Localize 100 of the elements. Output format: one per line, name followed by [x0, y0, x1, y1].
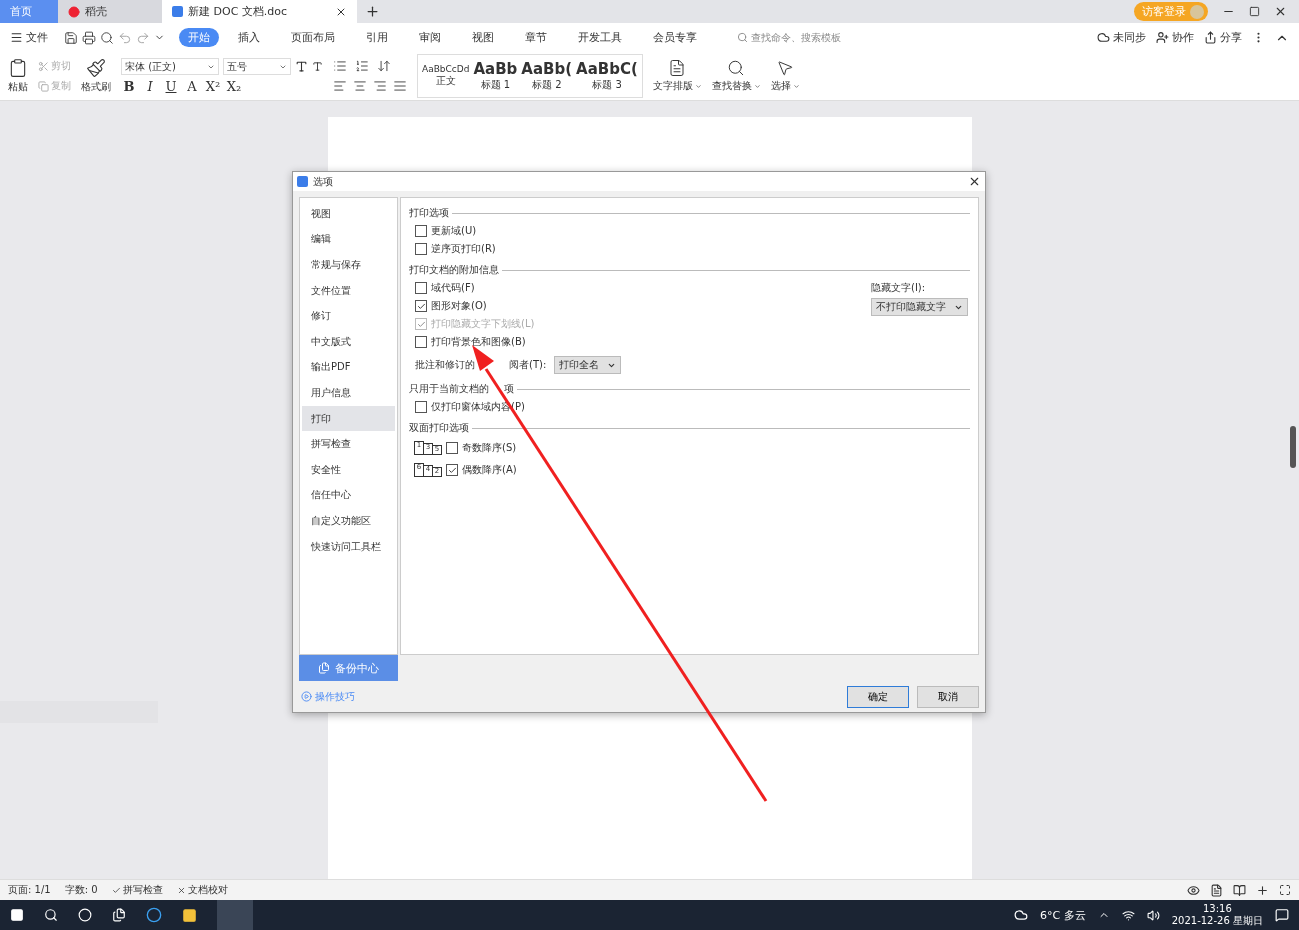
- sort-icon[interactable]: [377, 59, 391, 73]
- search-icon[interactable]: [44, 908, 58, 922]
- fullscreen-icon[interactable]: [1279, 884, 1291, 896]
- checkbox[interactable]: [415, 401, 427, 413]
- hidden-text-select[interactable]: 不打印隐藏文字: [871, 298, 968, 316]
- format-button[interactable]: I: [142, 79, 158, 94]
- style-name[interactable]: 标题 1: [480, 78, 511, 92]
- toolbar-button[interactable]: 分享: [1204, 30, 1242, 45]
- ribbon-tab[interactable]: 开发工具: [569, 28, 631, 47]
- browser-icon[interactable]: [146, 907, 162, 923]
- cortana-icon[interactable]: [78, 908, 92, 922]
- reviewer-select[interactable]: 打印全名: [554, 356, 622, 374]
- dialog-button[interactable]: 确定: [847, 685, 909, 708]
- checkbox-option[interactable]: 奇数降序(S): [446, 441, 517, 455]
- checkbox[interactable]: [446, 464, 458, 476]
- text-layout-icon[interactable]: [668, 59, 687, 77]
- style-name[interactable]: 标题 3: [592, 78, 622, 92]
- file-menu[interactable]: 文件: [10, 30, 48, 45]
- checkbox-option[interactable]: 图形对象(O): [415, 299, 871, 313]
- font-grow-icon[interactable]: [295, 60, 308, 73]
- nav-item[interactable]: 中文版式: [302, 328, 395, 355]
- eye-icon[interactable]: [1187, 883, 1200, 897]
- close-icon[interactable]: [1274, 5, 1287, 18]
- preview-icon[interactable]: [100, 30, 114, 45]
- ribbon-tab[interactable]: 页面布局: [282, 28, 344, 47]
- checkbox[interactable]: [446, 442, 458, 454]
- align-center-icon[interactable]: [353, 79, 367, 93]
- clock[interactable]: 13:16 2021-12-26 星期日: [1171, 903, 1263, 927]
- document-tab[interactable]: 稻壳: [58, 0, 162, 23]
- nav-item[interactable]: 快速访问工具栏: [302, 533, 395, 560]
- checkbox[interactable]: [415, 336, 427, 348]
- numbered-list-icon[interactable]: [355, 59, 369, 73]
- align-right-icon[interactable]: [373, 79, 387, 93]
- format-button[interactable]: X₂: [226, 79, 242, 94]
- toolbar-button[interactable]: 协作: [1156, 30, 1194, 45]
- search-field[interactable]: 查找命令、搜索模板: [737, 30, 841, 45]
- checkbox-option[interactable]: 偶数降序(A): [446, 463, 517, 477]
- ribbon-tab[interactable]: 插入: [229, 28, 269, 47]
- ribbon-tab[interactable]: 审阅: [410, 28, 450, 47]
- read-view-icon[interactable]: [1233, 883, 1246, 897]
- font-select[interactable]: 宋体 (正文): [121, 58, 219, 75]
- ribbon-button[interactable]: 选择: [770, 79, 800, 93]
- pointer-icon[interactable]: [776, 59, 795, 77]
- page-view-icon[interactable]: [1210, 883, 1223, 897]
- nav-item[interactable]: 修订: [302, 303, 395, 329]
- checkbox[interactable]: [415, 282, 427, 294]
- checkbox[interactable]: [415, 225, 427, 237]
- bullet-list-icon[interactable]: [333, 59, 347, 73]
- paste-button[interactable]: 粘贴: [8, 80, 28, 94]
- nav-item[interactable]: 安全性: [302, 456, 395, 483]
- nav-item[interactable]: 编辑: [302, 226, 395, 253]
- restore-icon[interactable]: [1249, 6, 1260, 17]
- nav-item[interactable]: 文件位置: [302, 277, 395, 304]
- task-view-icon[interactable]: [112, 908, 126, 922]
- format-painter-button[interactable]: 格式刷: [81, 80, 111, 94]
- format-button[interactable]: B: [121, 79, 137, 94]
- justify-icon[interactable]: [393, 79, 407, 93]
- nav-item[interactable]: 视图: [302, 201, 395, 227]
- nav-item[interactable]: 打印: [302, 405, 395, 432]
- nav-item[interactable]: 自定义功能区: [302, 508, 395, 534]
- checkbox-option[interactable]: 逆序页打印(R): [415, 242, 970, 256]
- status-item[interactable]: 拼写检查: [111, 883, 163, 897]
- network-icon[interactable]: [1121, 908, 1135, 922]
- zoom-in-icon[interactable]: [1256, 883, 1269, 897]
- checkbox-option[interactable]: 域代码(F): [415, 281, 871, 295]
- document-tab[interactable]: 新建 DOC 文档.doc: [162, 0, 357, 23]
- ribbon-tab[interactable]: 章节: [516, 28, 556, 47]
- ribbon-button[interactable]: 查找替换: [711, 79, 761, 93]
- format-button[interactable]: X²: [205, 79, 221, 94]
- ribbon-tab[interactable]: 引用: [357, 28, 397, 47]
- checkbox[interactable]: [415, 243, 427, 255]
- scrollbar-thumb[interactable]: [1290, 426, 1296, 468]
- save-icon[interactable]: [64, 30, 78, 45]
- align-left-icon[interactable]: [333, 79, 347, 93]
- font-shrink-icon[interactable]: [312, 61, 323, 72]
- format-button[interactable]: A: [184, 79, 200, 94]
- print-icon[interactable]: [82, 30, 96, 45]
- new-tab-icon[interactable]: [365, 4, 380, 19]
- nav-item[interactable]: 输出PDF: [302, 354, 395, 381]
- size-select[interactable]: 五号: [223, 58, 291, 75]
- search-icon[interactable]: [727, 59, 746, 77]
- status-item[interactable]: 文档校对: [176, 883, 228, 897]
- checkbox-option[interactable]: 更新域(U): [415, 224, 970, 238]
- style-name[interactable]: 正文: [435, 74, 456, 88]
- checkbox[interactable]: [415, 300, 427, 312]
- brush-icon[interactable]: [86, 58, 106, 78]
- nav-item[interactable]: 用户信息: [302, 380, 395, 406]
- ribbon-button[interactable]: 文字排版: [652, 79, 702, 93]
- checkbox-option[interactable]: 打印背景色和图像(B): [415, 335, 871, 349]
- close-icon[interactable]: [968, 175, 981, 188]
- nav-item[interactable]: 拼写检查: [302, 431, 395, 457]
- toolbar-button[interactable]: 未同步: [1097, 30, 1146, 45]
- style-name[interactable]: 标题 2: [531, 78, 562, 92]
- notification-icon[interactable]: [1275, 908, 1289, 922]
- folder-icon[interactable]: [182, 907, 197, 923]
- ribbon-tab[interactable]: 会员专享: [644, 28, 706, 47]
- format-button[interactable]: U: [163, 79, 179, 94]
- nav-item[interactable]: 信任中心: [302, 482, 395, 509]
- ribbon-tab[interactable]: 视图: [463, 28, 503, 47]
- paste-icon[interactable]: [8, 58, 28, 78]
